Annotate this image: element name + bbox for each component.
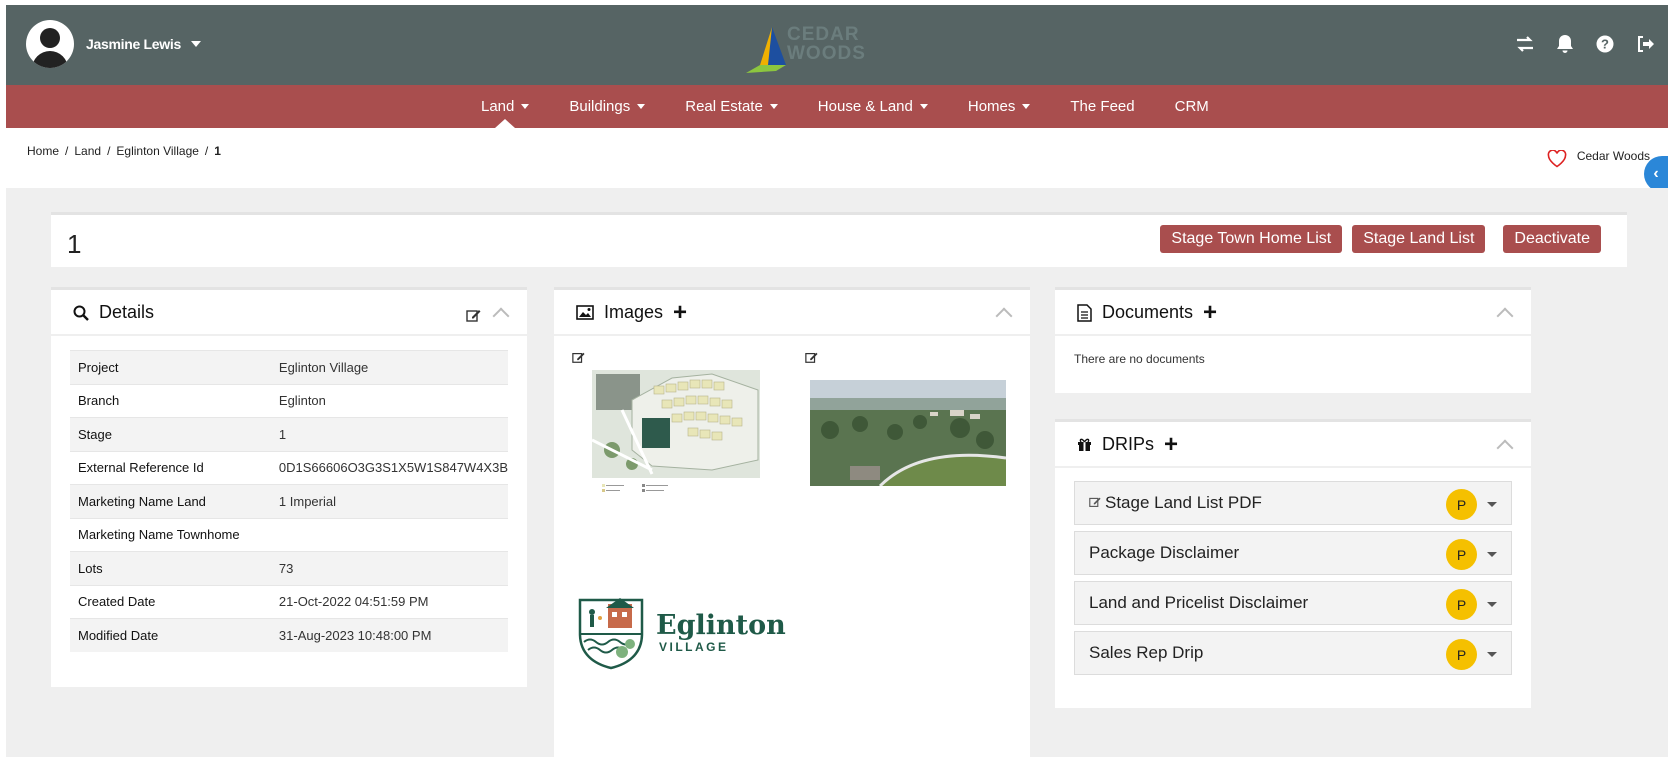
gift-icon [1077, 437, 1092, 452]
nav-crm[interactable]: CRM [1175, 85, 1209, 128]
stage-plan-image[interactable] [592, 370, 760, 478]
details-panel: Details Project Eglinton Village Branch Eg… [51, 287, 527, 687]
swap-icon[interactable] [1514, 33, 1536, 55]
favorite: Cedar Woods [1547, 144, 1650, 168]
documents-title: Documents [1102, 302, 1194, 322]
cedar-woods-logo[interactable]: CEDAR WOODS [746, 25, 876, 75]
chevron-down-icon[interactable] [1487, 502, 1497, 507]
drip-label: Stage Land List PDF [1105, 493, 1262, 512]
edit-icon[interactable] [466, 308, 481, 326]
user-name[interactable]: Jasmine Lewis [86, 36, 181, 52]
table-row: Branch Eglinton [70, 383, 508, 418]
drips-panel: DRIPs + Stage Land List PDF P Package Di… [1055, 419, 1531, 708]
drip-item[interactable]: Stage Land List PDF P [1074, 481, 1512, 525]
chevron-down-icon [919, 104, 928, 109]
chevron-down-icon [521, 104, 530, 109]
table-row: External Reference Id 0D1S66606O3G3S1X5W1… [70, 450, 508, 485]
content-area: 1 Stage Town Home List Stage Land List D… [6, 188, 1668, 757]
status-badge: P [1446, 539, 1477, 570]
side-panel-toggle[interactable]: ‹ [1644, 156, 1668, 192]
table-row: Lots 73 [70, 551, 508, 585]
table-row: Project Eglinton Village [70, 350, 508, 384]
collapse-icon[interactable] [492, 307, 510, 325]
chevron-down-icon [1022, 104, 1031, 109]
status-badge: P [1446, 639, 1477, 670]
chevron-left-icon: ‹ [1653, 165, 1659, 182]
breadcrumb-eglinton-village[interactable]: Eglinton Village [116, 144, 199, 158]
add-image-icon[interactable]: + [673, 300, 687, 324]
logo-text: CEDAR WOODS [787, 24, 866, 64]
avatar[interactable] [26, 20, 74, 68]
drip-list: Stage Land List PDF P Package Disclaimer… [1074, 481, 1512, 681]
drip-label: Package Disclaimer [1089, 543, 1240, 562]
chevron-down-icon[interactable] [1487, 552, 1497, 557]
document-icon [1077, 303, 1092, 322]
images-panel: Images + Eglinton VILLAGE [554, 287, 1030, 757]
collapse-icon[interactable] [1496, 307, 1514, 325]
deactivate-button[interactable]: Deactivate [1503, 225, 1601, 253]
status-badge: P [1446, 489, 1477, 520]
page-title: 1 [67, 229, 82, 259]
drip-label: Sales Rep Drip [1089, 643, 1204, 662]
logout-icon[interactable] [1634, 33, 1656, 55]
edit-icon[interactable] [805, 351, 818, 367]
plan-legend [602, 480, 682, 492]
main-nav: Land Buildings Real Estate House & Land … [6, 85, 1668, 128]
brand-name: Eglinton [656, 610, 786, 641]
nav-house-land[interactable]: House & Land [818, 85, 928, 128]
page-title-card: 1 Stage Town Home List Stage Land List D… [51, 212, 1627, 267]
collapse-icon[interactable] [1496, 439, 1514, 457]
drip-item[interactable]: Land and Pricelist Disclaimer P [1074, 581, 1512, 625]
favorite-label: Cedar Woods [1576, 149, 1650, 163]
heart-icon[interactable] [1547, 150, 1567, 168]
nav-real-estate[interactable]: Real Estate [685, 85, 778, 128]
collapse-icon[interactable] [995, 307, 1013, 325]
user-menu[interactable]: Jasmine Lewis [26, 20, 201, 68]
details-table: Project Eglinton Village Branch Eglinton S… [70, 350, 508, 652]
brand-sub: VILLAGE [659, 640, 729, 654]
table-row: Modified Date 31-Aug-2023 10:48:00 PM [70, 618, 508, 652]
chevron-down-icon [637, 104, 646, 109]
bell-icon[interactable] [1554, 33, 1576, 55]
table-row: Created Date 21-Oct-2022 04:51:59 PM [70, 584, 508, 619]
stage-land-list-button[interactable]: Stage Land List [1352, 225, 1486, 253]
table-row: Marketing Name Land 1 Imperial [70, 484, 508, 518]
documents-panel: Documents + There are no documents [1055, 287, 1531, 393]
chevron-down-icon[interactable] [1487, 652, 1497, 657]
nav-homes[interactable]: Homes [968, 85, 1031, 128]
chevron-down-icon[interactable] [190, 41, 201, 47]
svg-text:?: ? [1601, 37, 1609, 52]
chevron-down-icon [769, 104, 778, 109]
breadcrumb: Home / Land / Eglinton Village/ 1 [27, 144, 221, 158]
add-drip-icon[interactable]: + [1164, 432, 1178, 456]
help-icon[interactable]: ? [1594, 33, 1616, 55]
eglinton-village-logo[interactable]: Eglinton VILLAGE [578, 596, 786, 670]
chevron-down-icon[interactable] [1487, 602, 1497, 607]
nav-the-feed[interactable]: The Feed [1070, 85, 1134, 128]
images-title: Images [604, 302, 664, 322]
drip-item[interactable]: Package Disclaimer P [1074, 531, 1512, 575]
edit-icon[interactable] [1089, 496, 1101, 511]
add-document-icon[interactable]: + [1203, 300, 1217, 324]
aerial-photo-image[interactable] [810, 380, 1006, 486]
breadcrumb-current: 1 [214, 144, 221, 158]
image-icon [576, 305, 594, 320]
breadcrumb-home[interactable]: Home [27, 144, 59, 158]
breadcrumb-land[interactable]: Land [74, 144, 101, 158]
details-title: Details [99, 302, 155, 322]
drips-title: DRIPs [1102, 434, 1155, 454]
table-row: Stage 1 [70, 417, 508, 451]
edit-icon[interactable] [572, 351, 585, 367]
drip-label: Land and Pricelist Disclaimer [1089, 593, 1309, 612]
search-icon [73, 305, 89, 321]
stage-townhome-list-button[interactable]: Stage Town Home List [1160, 225, 1343, 253]
empty-state-text: There are no documents [1074, 352, 1205, 366]
nav-buildings[interactable]: Buildings [569, 85, 646, 128]
status-badge: P [1446, 589, 1477, 620]
top-header: Jasmine Lewis CEDAR WOODS ? [6, 5, 1668, 85]
nav-land[interactable]: Land [481, 85, 530, 128]
drip-item[interactable]: Sales Rep Drip P [1074, 631, 1512, 675]
table-row: Marketing Name Townhome [70, 517, 508, 552]
